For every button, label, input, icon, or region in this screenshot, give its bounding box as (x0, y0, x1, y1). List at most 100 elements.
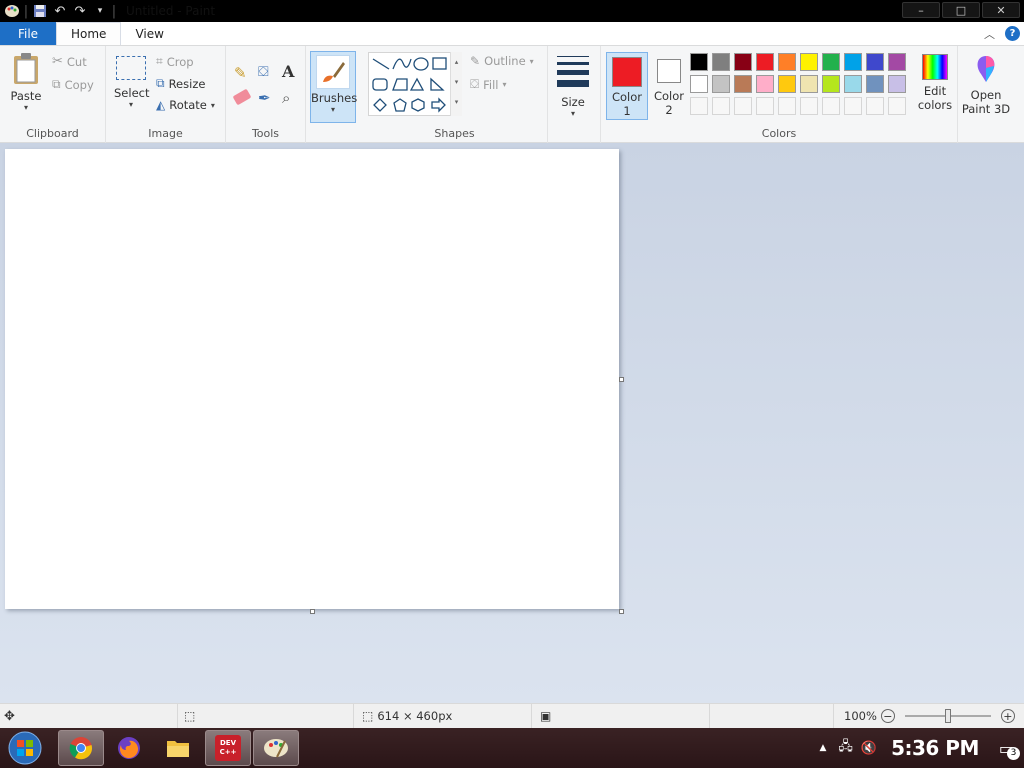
undo-icon[interactable]: ↶ (50, 1, 70, 21)
show-hidden-icons-icon[interactable]: ▲ (819, 743, 826, 753)
zoom-in-button[interactable]: + (1000, 709, 1015, 723)
canvas-resize-handle-bottom[interactable] (310, 609, 315, 614)
hexagon-shape-icon[interactable] (411, 98, 425, 112)
palette-color-swatch[interactable] (690, 75, 708, 93)
palette-color-swatch[interactable] (756, 75, 774, 93)
fill-button[interactable]: ⛋ Fill ▾ (470, 77, 507, 92)
palette-custom-slot[interactable] (822, 97, 840, 115)
palette-color-swatch[interactable] (734, 53, 752, 71)
palette-color-swatch[interactable] (756, 53, 774, 71)
paste-button[interactable]: Paste ▾ (6, 52, 46, 118)
save-icon[interactable] (30, 1, 50, 21)
palette-custom-slot[interactable] (712, 97, 730, 115)
drawing-canvas[interactable] (5, 149, 619, 609)
palette-color-swatch[interactable] (888, 75, 906, 93)
copy-button[interactable]: ⧉ Copy (52, 77, 94, 92)
palette-color-swatch[interactable] (844, 75, 862, 93)
palette-color-swatch[interactable] (866, 53, 884, 71)
text-icon[interactable]: A (282, 62, 294, 81)
magnifier-icon[interactable]: ⌕ (282, 89, 290, 107)
fill-dropdown-icon: ▾ (502, 80, 507, 89)
outline-button[interactable]: ✎ Outline ▾ (470, 54, 534, 68)
tab-home[interactable]: Home (56, 22, 122, 45)
curve-shape-icon[interactable] (392, 58, 412, 70)
palette-color-swatch[interactable] (712, 75, 730, 93)
paint-app-icon[interactable] (2, 1, 22, 21)
collapse-ribbon-icon[interactable]: ︿ (984, 26, 995, 42)
right-arrow-shape-icon[interactable] (431, 97, 446, 113)
pencil-icon[interactable]: ✎ (234, 64, 247, 82)
triangle-shape-icon[interactable] (409, 77, 425, 91)
palette-custom-slot[interactable] (844, 97, 862, 115)
network-icon[interactable]: 🖧 (838, 737, 853, 759)
palette-color-swatch[interactable] (690, 53, 708, 71)
zoom-slider[interactable] (904, 709, 991, 723)
brushes-button[interactable]: Brushes ▾ (310, 51, 357, 123)
color2-button[interactable]: Color 2 (650, 52, 688, 120)
palette-color-swatch[interactable] (778, 75, 796, 93)
rectangle-shape-icon[interactable] (432, 57, 447, 70)
canvas-resize-handle-right[interactable] (619, 377, 624, 382)
action-center-icon[interactable]: ▭ 3 (999, 739, 1020, 760)
palette-color-swatch[interactable] (712, 53, 730, 71)
palette-custom-slot[interactable] (888, 97, 906, 115)
tab-file[interactable]: File (0, 22, 56, 45)
clock-time[interactable]: 5:36 PM (891, 736, 979, 760)
palette-custom-slot[interactable] (734, 97, 752, 115)
color1-button[interactable]: Color 1 (606, 52, 648, 120)
right-triangle-shape-icon[interactable] (430, 77, 445, 91)
taskbar-paint[interactable] (253, 730, 299, 766)
palette-color-swatch[interactable] (888, 53, 906, 71)
resize-button[interactable]: ⧉ Resize (156, 76, 205, 91)
maximize-button[interactable]: □ (942, 2, 980, 18)
volume-muted-icon[interactable]: 🔇 (861, 741, 877, 756)
oval-shape-icon[interactable] (413, 57, 429, 71)
shapes-scroll[interactable]: ▴ ▾ ▾ (450, 52, 462, 116)
rounded-rectangle-shape-icon[interactable] (372, 78, 388, 91)
zoom-out-button[interactable]: − (880, 709, 895, 723)
size-button[interactable]: Size ▾ (552, 52, 594, 122)
polygon-shape-icon[interactable] (392, 78, 408, 91)
taskbar-file-explorer[interactable] (155, 730, 201, 766)
edit-colors-button[interactable]: Edit colors (913, 54, 957, 112)
redo-icon[interactable]: ↷ (70, 1, 90, 21)
fill-bucket-icon[interactable]: ⛋ (258, 64, 269, 80)
start-button[interactable] (6, 730, 44, 766)
palette-custom-slot[interactable] (690, 97, 708, 115)
taskbar-chrome[interactable] (58, 730, 104, 766)
taskbar-devcpp[interactable]: DEV C++ (205, 730, 251, 766)
cut-button[interactable]: ✂ Cut (52, 54, 87, 69)
palette-custom-slot[interactable] (800, 97, 818, 115)
palette-custom-slot[interactable] (756, 97, 774, 115)
palette-color-swatch[interactable] (822, 75, 840, 93)
palette-color-swatch[interactable] (734, 75, 752, 93)
select-button[interactable]: Select ▾ (114, 56, 149, 109)
qat-dropdown-icon[interactable]: ▾ (90, 1, 110, 21)
rotate-button[interactable]: ◭ Rotate ▾ (156, 98, 215, 112)
palette-color-swatch[interactable] (844, 53, 862, 71)
help-icon[interactable]: ? (1005, 26, 1020, 41)
canvas-workspace (0, 143, 1024, 703)
crop-button[interactable]: ⌗ Crop (156, 54, 194, 69)
palette-color-swatch[interactable] (778, 53, 796, 71)
canvas-resize-handle-corner[interactable] (619, 609, 624, 614)
palette-color-swatch[interactable] (800, 53, 818, 71)
line-shape-icon[interactable] (372, 58, 390, 70)
close-button[interactable]: ✕ (982, 2, 1020, 18)
palette-color-swatch[interactable] (866, 75, 884, 93)
zoom-slider-thumb[interactable] (944, 709, 951, 723)
taskbar-firefox[interactable] (106, 730, 152, 766)
minimize-button[interactable]: – (902, 2, 940, 18)
colors-group-label: Colors (761, 127, 797, 140)
color-picker-icon[interactable]: ✒ (258, 89, 271, 107)
palette-custom-slot[interactable] (778, 97, 796, 115)
palette-custom-slot[interactable] (866, 97, 884, 115)
eraser-icon[interactable] (232, 88, 252, 106)
palette-color-swatch[interactable] (800, 75, 818, 93)
palette-color-swatch[interactable] (822, 53, 840, 71)
rotate-dropdown-icon: ▾ (210, 100, 215, 110)
diamond-shape-icon[interactable] (373, 98, 387, 112)
pentagon-shape-icon[interactable] (393, 98, 407, 112)
open-paint3d-button[interactable]: Open Paint 3D (960, 54, 1012, 116)
tab-view[interactable]: View (121, 22, 177, 45)
